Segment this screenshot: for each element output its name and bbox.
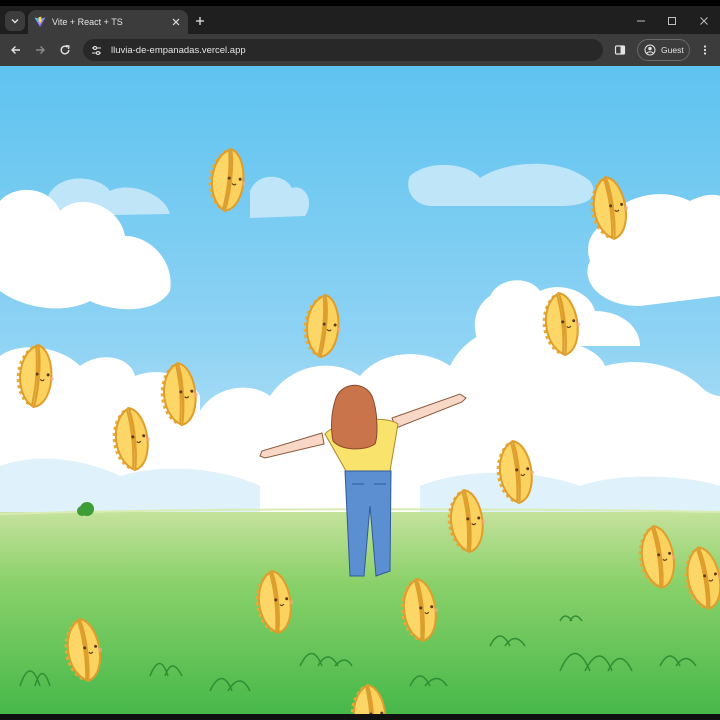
close-icon (172, 18, 180, 26)
side-panel-button[interactable] (611, 41, 629, 59)
screen: Vite + React + TS lluvia-de-empanadas.ve… (0, 0, 720, 720)
kebab-menu-icon (703, 45, 707, 55)
new-tab-button[interactable] (192, 13, 208, 29)
person-icon (644, 44, 656, 56)
back-button[interactable] (7, 41, 25, 59)
page-viewport[interactable] (0, 66, 720, 714)
minimize-icon (637, 20, 645, 22)
chevron-down-icon (11, 19, 19, 24)
close-icon (700, 17, 708, 25)
close-window-button[interactable] (697, 14, 711, 28)
vite-logo-icon (34, 16, 46, 27)
close-tab-button[interactable] (170, 16, 182, 28)
minimize-button[interactable] (634, 14, 648, 28)
arrow-left-icon (11, 46, 20, 54)
tab-title: Vite + React + TS (52, 17, 123, 27)
toolbar: lluvia-de-empanadas.vercel.app Guest (0, 34, 720, 66)
tab-search-button[interactable] (5, 11, 25, 31)
tune-icon[interactable] (91, 45, 102, 56)
reload-button[interactable] (56, 41, 74, 59)
tab-strip: Vite + React + TS (0, 6, 720, 34)
browser-tab[interactable]: Vite + React + TS (28, 10, 188, 34)
arrow-right-icon (36, 46, 45, 54)
maximize-icon (668, 17, 676, 25)
address-bar[interactable]: lluvia-de-empanadas.vercel.app (83, 39, 603, 61)
side-panel-icon (614, 45, 626, 55)
plus-icon (196, 17, 204, 25)
profile-button[interactable]: Guest (637, 39, 690, 61)
window-bottom-edge (0, 714, 720, 720)
profile-label: Guest (661, 45, 684, 55)
scene-canvas (0, 66, 720, 714)
reload-icon (60, 44, 70, 55)
forward-button[interactable] (31, 41, 49, 59)
maximize-button[interactable] (665, 14, 679, 28)
url-text: lluvia-de-empanadas.vercel.app (111, 44, 246, 56)
menu-button[interactable] (696, 41, 714, 59)
